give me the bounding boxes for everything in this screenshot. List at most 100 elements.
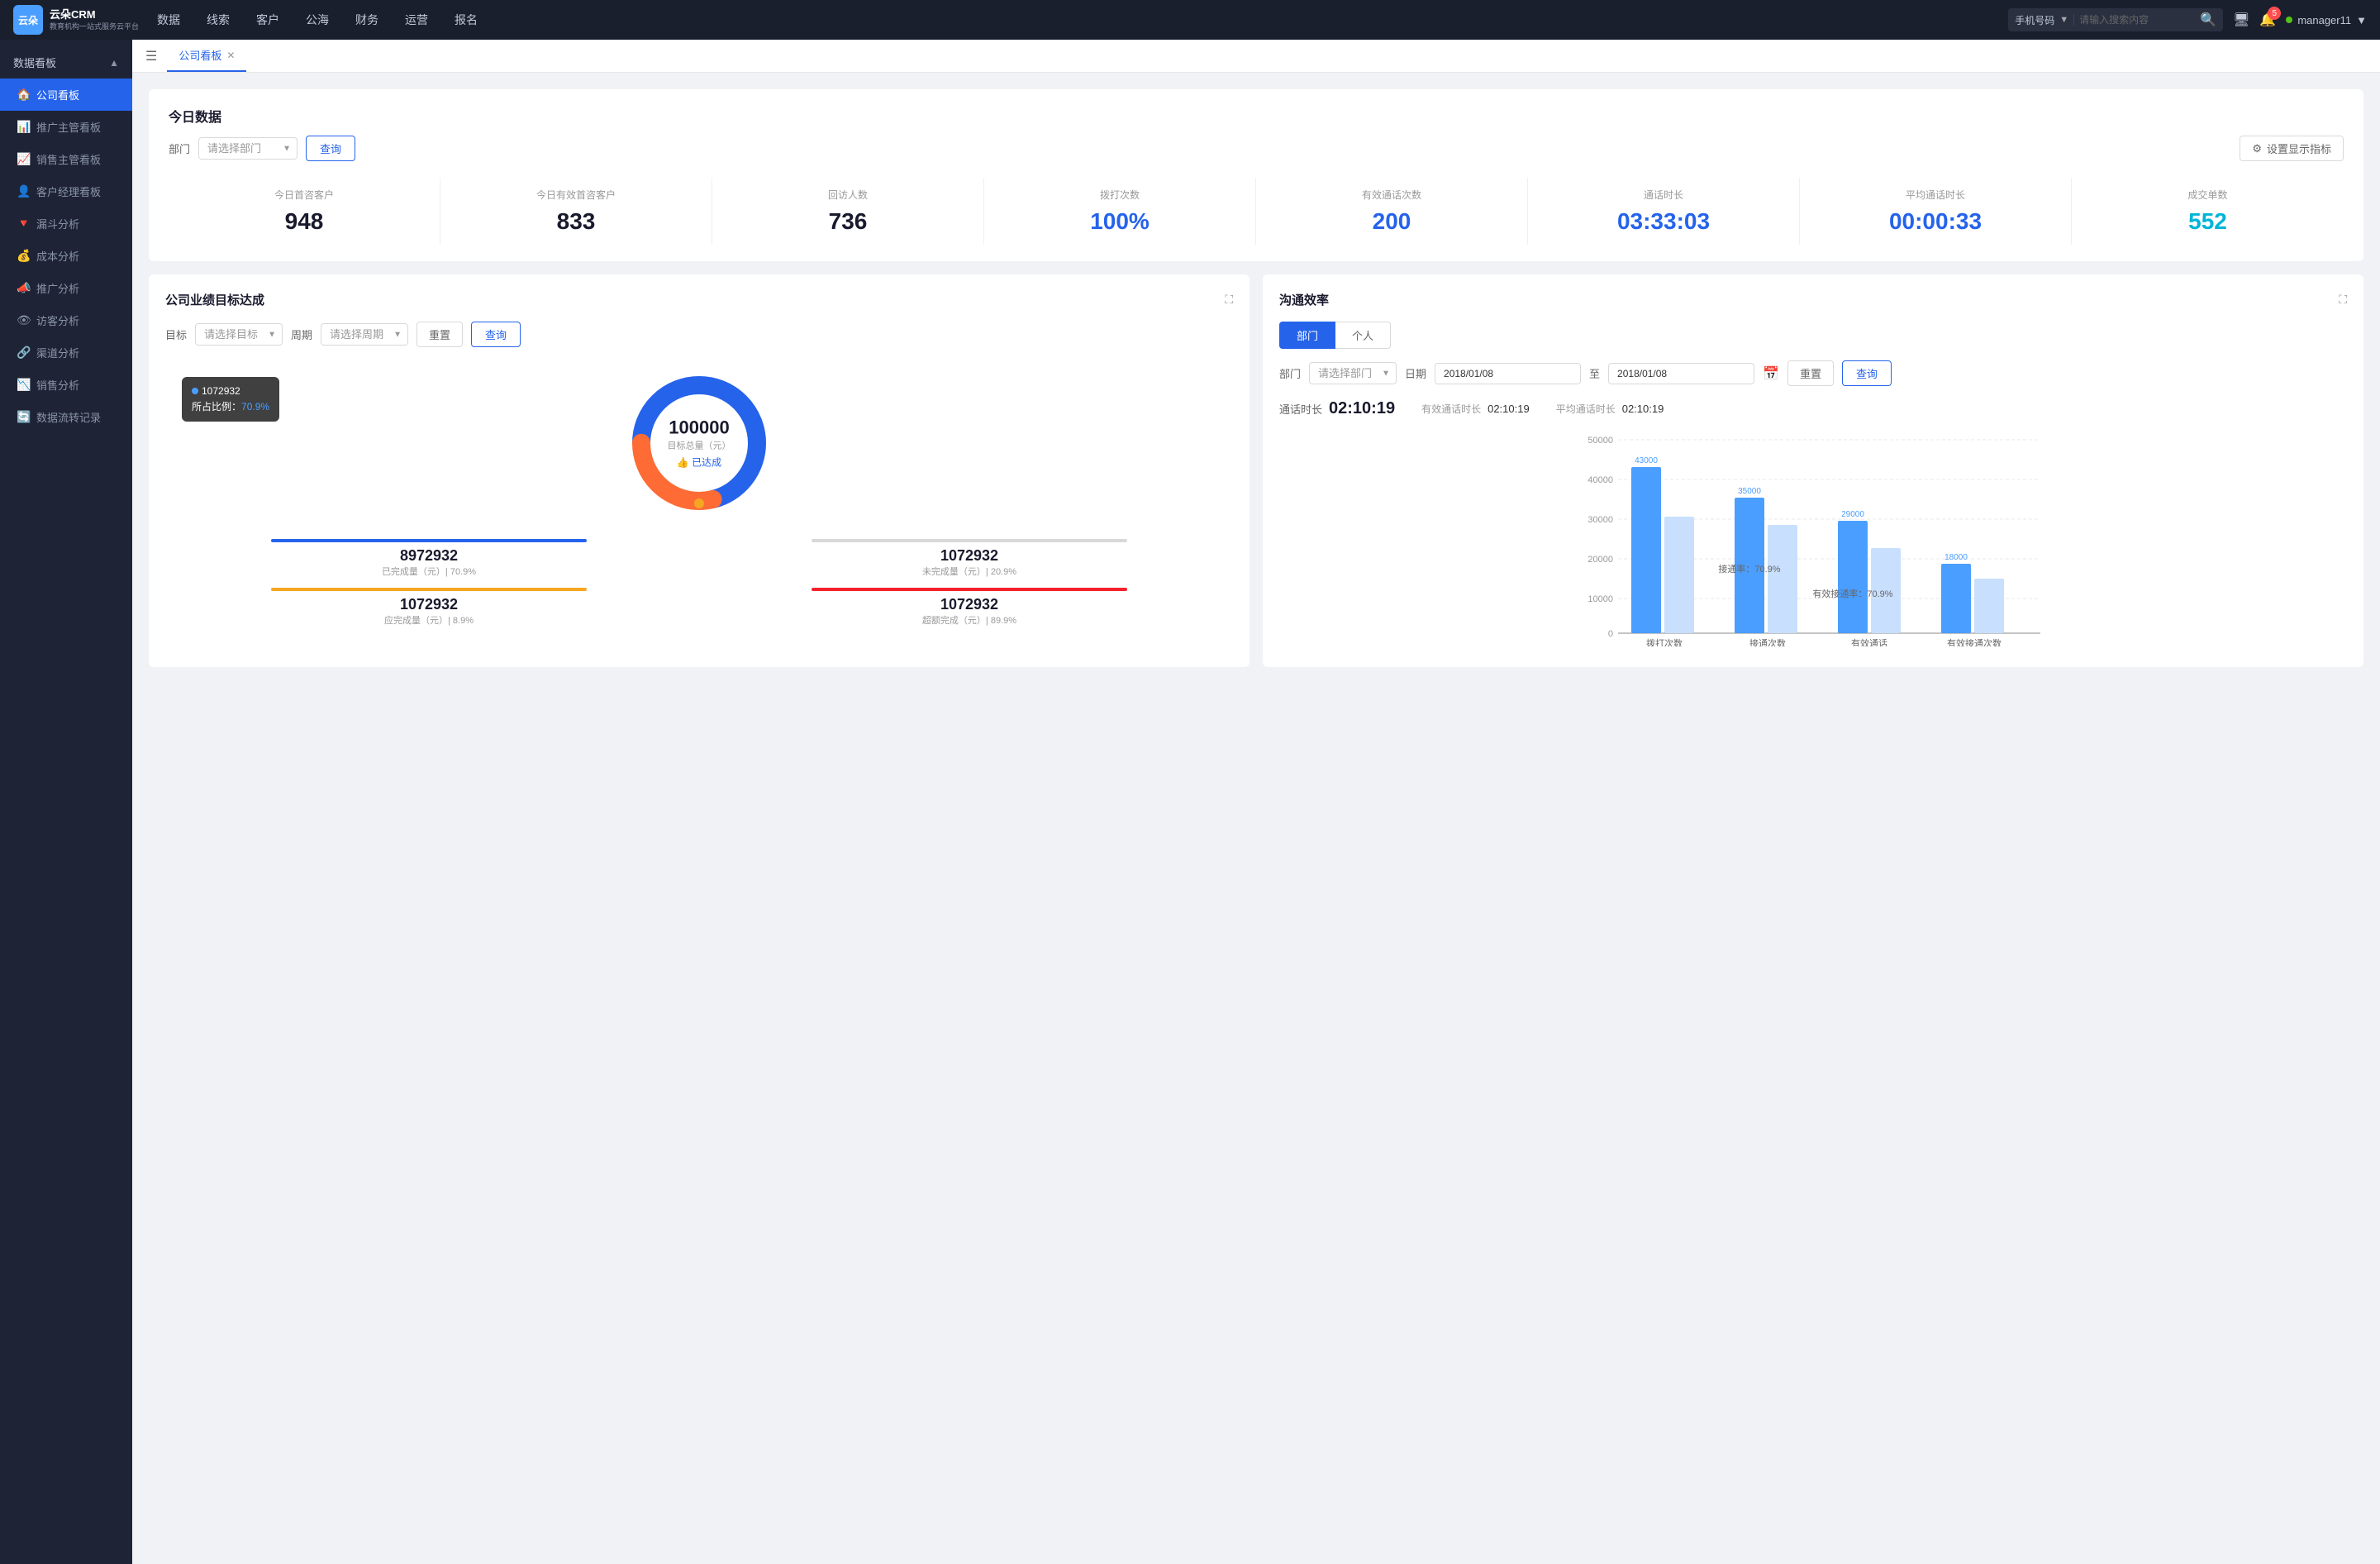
comm-dept-label: 部门 [1279,365,1301,381]
sidebar-item-访客分析[interactable]: 👁访客分析 [0,304,132,336]
nav-item-客户[interactable]: 客户 [245,7,291,33]
metric-item: 回访人数 736 [712,178,984,245]
goal-stat-value: 1072932 [706,547,1233,565]
donut-container: 1072932 所占比例：70.9% [165,360,1233,526]
sidebar: 数据看板 ▲ 🏠 公司看板 📊推广主管看板📈销售主管看板👤客户经理看板 🔻 漏斗分析 💰成… [0,40,132,1564]
comm-card-header: 沟通效率 ⛶ [1279,291,2347,308]
sidebar-item-推广分析[interactable]: 📣 推广分析 [0,272,132,304]
sidebar-item-icon: 📉 [17,378,30,392]
nav-item-财务[interactable]: 财务 [344,7,390,33]
nav-item-数据[interactable]: 数据 [145,7,192,33]
goal-query-button[interactable]: 查询 [471,322,521,347]
metric-value: 00:00:33 [1806,208,2064,235]
comm-date-from[interactable] [1435,363,1581,384]
metric-item: 成交单数 552 [2072,178,2344,245]
search-submit-icon[interactable]: 🔍 [2200,12,2216,28]
dept-select-wrapper: 请选择部门 [198,137,298,160]
sidebar-item-icon: 📣 [17,281,30,295]
svg-text:有效接通次数: 有效接通次数 [1947,637,2002,646]
sidebar-section-header[interactable]: 数据看板 ▲ [0,46,132,79]
svg-text:接通次数: 接通次数 [1749,637,1786,646]
metric-value: 03:33:03 [1535,208,1792,235]
sidebar-item-成本分析[interactable]: 💰成本分析 [0,240,132,272]
nav-item-运营[interactable]: 运营 [393,7,440,33]
comm-call-duration-value: 02:10:19 [1329,399,1395,418]
sidebar-item-漏斗分析[interactable]: 🔻 漏斗分析 [0,207,132,240]
goal-card: 公司业绩目标达成 ⛶ 目标 请选择目标 周期 请选择 [149,274,1250,667]
user-info[interactable]: manager11 ▼ [2286,14,2367,26]
notification-bell[interactable]: 🔔 5 [2259,12,2276,28]
bottom-row: 公司业绩目标达成 ⛶ 目标 请选择目标 周期 请选择 [149,274,2363,667]
comm-query-button[interactable]: 查询 [1842,360,1892,386]
goal-controls: 目标 请选择目标 周期 请选择周期 重置 [165,322,1233,347]
comm-date-to[interactable] [1608,363,1754,384]
notification-badge: 5 [2268,7,2281,20]
donut-status: 👍 已达成 [668,455,731,470]
comm-date-label: 日期 [1405,365,1426,381]
comm-tab-dept[interactable]: 部门 [1279,322,1335,349]
sidebar-item-推广主管看板[interactable]: 📊推广主管看板 [0,111,132,143]
logo-icon: 云朵 [13,5,43,35]
comm-avg-value: 02:10:19 [1622,403,1664,415]
sidebar-item-label: 访客分析 [36,312,79,328]
goal-stat-bar [271,539,588,542]
search-input[interactable] [2079,14,2195,26]
today-filter-left: 部门 请选择部门 查询 [169,136,355,161]
sidebar-item-icon: 🏠 [17,88,30,102]
sidebar-item-label: 推广分析 [36,280,79,296]
comm-card-expand-icon[interactable]: ⛶ [2339,293,2347,307]
tab-bar: ☰ 公司看板 ✕ [132,40,2380,73]
search-type[interactable]: 手机号码 [2015,13,2054,27]
sidebar-item-label: 公司看板 [36,87,79,103]
goal-stat-value: 8972932 [165,547,693,565]
sidebar-item-渠道分析[interactable]: 🔗渠道分析 [0,336,132,369]
goal-period-select[interactable]: 请选择周期 [321,323,408,346]
nav-item-报名[interactable]: 报名 [443,7,489,33]
metric-value: 833 [447,208,705,235]
comm-dept-select[interactable]: 请选择部门 [1309,362,1397,384]
today-query-button[interactable]: 查询 [306,136,355,161]
nav-item-线索[interactable]: 线索 [195,7,241,33]
goal-card-expand-icon[interactable]: ⛶ [1225,293,1233,307]
monitor-icon[interactable]: 🖥 [2233,12,2249,28]
sidebar-item-icon: 🔻 [17,217,30,231]
goal-stat-item: 8972932 已完成量（元）| 70.9% [165,539,693,578]
search-icon: ▼ [2059,15,2068,25]
svg-text:有效通话: 有效通话 [1851,637,1887,646]
comm-stat-call-duration: 通话时长 02:10:19 [1279,399,1395,418]
svg-text:18000: 18000 [1944,553,1968,562]
tab-company-board[interactable]: 公司看板 ✕ [167,40,246,72]
goal-stat-item: 1072932 应完成量（元）| 8.9% [165,588,693,627]
sidebar-item-客户经理看板[interactable]: 👤客户经理看板 [0,175,132,207]
metric-value: 552 [2078,208,2337,235]
comm-calendar-icon[interactable]: 📅 [1763,365,1779,382]
sidebar-item-销售分析[interactable]: 📉销售分析 [0,369,132,401]
nav-item-公海[interactable]: 公海 [294,7,340,33]
goal-card-title: 公司业绩目标达成 [165,291,264,308]
sidebar-item-icon: 🔄 [17,410,30,424]
sidebar-item-数据流转记录[interactable]: 🔄 数据流转记录 [0,401,132,433]
sidebar-item-销售主管看板[interactable]: 📈销售主管看板 [0,143,132,175]
comm-tab-person[interactable]: 个人 [1335,322,1391,349]
settings-display-button[interactable]: ⚙ 设置显示指标 [2240,136,2344,161]
sidebar-item-公司看板[interactable]: 🏠 公司看板 [0,79,132,111]
comm-reset-button[interactable]: 重置 [1787,360,1834,386]
dept-select[interactable]: 请选择部门 [198,137,298,160]
metric-item: 通话时长 03:33:03 [1528,178,1800,245]
page-content: 今日数据 部门 请选择部门 查询 ⚙ 设置显示指标 [132,73,2380,1564]
svg-text:接通率：70.9%: 接通率：70.9% [1718,563,1780,575]
metric-label: 回访人数 [719,188,977,202]
nav-right: 手机号码 ▼ 🔍 🖥 🔔 5 manager11 ▼ [2008,8,2367,31]
comm-effective-label: 有效通话时长 [1421,402,1481,416]
comm-tabs: 部门 个人 [1279,322,2347,349]
goal-target-select[interactable]: 请选择目标 [195,323,283,346]
tab-close-icon[interactable]: ✕ [226,50,235,61]
metric-value: 200 [1263,208,1521,235]
metric-value: 736 [719,208,977,235]
sidebar-item-label: 数据流转记录 [36,409,101,425]
metric-label: 成交单数 [2078,188,2337,202]
sidebar-item-label: 漏斗分析 [36,216,79,231]
svg-text:50000: 50000 [1587,436,1613,446]
hamburger-icon[interactable]: ☰ [145,48,157,64]
goal-reset-button[interactable]: 重置 [416,322,463,347]
